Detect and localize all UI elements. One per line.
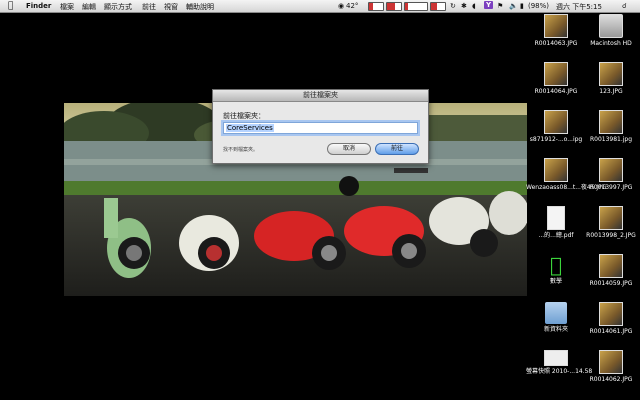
folder-icon: [545, 302, 567, 324]
cpu-meter-icon[interactable]: [368, 2, 384, 11]
apple-menu-icon[interactable]: : [8, 1, 13, 11]
photo-icon: [599, 350, 623, 374]
desktop-icon-col1-2[interactable]: s871912-...o...ipg: [526, 110, 586, 143]
desktop-icon-col1-6[interactable]: 新資料夾: [526, 302, 586, 333]
memory-meter-icon[interactable]: [386, 2, 402, 11]
photo-icon: [599, 62, 623, 86]
desktop-icon-col2-4[interactable]: R0013998_2.JPG: [581, 206, 640, 239]
desktop-icon-col2-2[interactable]: R0013981.jpg: [581, 110, 640, 143]
desktop-icon-label: R0013998_2.JPG: [586, 232, 636, 239]
desktop-icon-label: R0014062.JPG: [589, 376, 633, 383]
desktop-icon-col2-0[interactable]: Macintosh HD: [581, 14, 640, 47]
menu-bar:  Finder 檔案 編輯 顯示方式 前往 視窗 輔助說明 ◉ 42° ↻ ✱…: [0, 0, 640, 13]
disk-meter-icon[interactable]: [430, 2, 446, 11]
desktop-icon-col1-4[interactable]: ...的...總.pdf: [526, 206, 586, 239]
desktop-icon-label: 123.JPG: [599, 88, 623, 95]
desktop-icon-col1-7[interactable]: 螢幕快照 2010-...14.58: [526, 350, 593, 375]
photo-icon: [544, 110, 568, 134]
photo-icon: [599, 254, 623, 278]
desktop-icon-label: 螢幕快照 2010-...14.58: [526, 368, 593, 375]
menu-window[interactable]: 視窗: [164, 2, 178, 12]
desktop-icon-col1-1[interactable]: R0014064.JPG: [526, 62, 586, 95]
bluetooth-icon[interactable]: ✱: [461, 2, 467, 10]
desktop-icon-col1-3[interactable]: Wenzaoass08...t...夜45.JPG: [526, 158, 607, 191]
weather-icon[interactable]: ◉: [338, 2, 344, 10]
desktop-icon-col2-6[interactable]: R0014061.JPG: [581, 302, 640, 335]
menu-file[interactable]: 檔案: [60, 2, 74, 12]
desktop-icon-label: Macintosh HD: [590, 40, 632, 47]
battery-percent: (98%): [528, 2, 550, 10]
menu-go[interactable]: 前往: [142, 2, 156, 12]
desktop-icon-col1-5[interactable]:  數學: [526, 254, 586, 285]
wifi-icon[interactable]: ◖: [472, 2, 476, 10]
photo-icon: [544, 62, 568, 86]
folder-path-input[interactable]: CoreServices: [223, 122, 418, 134]
desktop-icon-label: ...的...總.pdf: [538, 232, 574, 239]
sync-icon[interactable]: ↻: [450, 2, 456, 10]
desktop-icon-label: 數學: [549, 278, 562, 285]
desktop-icon-label: s871912-...o...ipg: [529, 136, 583, 143]
battery-icon[interactable]: ▮: [520, 2, 524, 10]
spotlight-icon[interactable]: ☌: [622, 2, 627, 10]
volume-icon[interactable]: 🔈: [509, 2, 518, 10]
go-button[interactable]: 前往: [375, 143, 419, 155]
dialog-note: 找不到檔案夾。: [223, 147, 259, 153]
desktop-icon-label: R0014063.JPG: [534, 40, 578, 47]
desktop-icon-col1-0[interactable]: R0014063.JPG: [526, 14, 586, 47]
menu-help[interactable]: 輔助說明: [186, 2, 214, 12]
menu-view[interactable]: 顯示方式: [104, 2, 132, 12]
desktop-icon-col2-7[interactable]: R0014062.JPG: [581, 350, 640, 383]
photo-icon: [544, 158, 568, 182]
network-meter-icon[interactable]: [404, 2, 428, 11]
desktop-icon-label: R0014059.JPG: [589, 280, 633, 287]
cancel-button[interactable]: 取消: [327, 143, 371, 155]
desktop-icon-label: Wenzaoass08...t...夜45.JPG: [526, 184, 607, 191]
apple-icon: : [545, 254, 567, 276]
clock[interactable]: 週六 下午5:15: [556, 2, 602, 12]
screenshot-icon: [544, 350, 568, 366]
document-icon: [547, 206, 565, 230]
weather-temp: 42°: [346, 2, 359, 10]
desktop-icon-label: R0013981.jpg: [589, 136, 633, 143]
dialog-title: 前往檔案夾: [213, 90, 428, 102]
desktop-icon-label: R0014061.JPG: [589, 328, 633, 335]
desktop-icon-label: R0014064.JPG: [534, 88, 578, 95]
flag-icon[interactable]: ⚑: [497, 2, 503, 10]
dialog-prompt: 前往檔案夾：: [223, 112, 265, 120]
yahoo-icon[interactable]: Y: [484, 1, 494, 9]
go-to-folder-dialog: 前往檔案夾 前往檔案夾： CoreServices 找不到檔案夾。 取消 前往: [212, 89, 429, 164]
menu-finder[interactable]: Finder: [26, 2, 51, 10]
folder-path-value: CoreServices: [226, 124, 274, 132]
drive-icon: [599, 14, 623, 38]
desktop-icon-col2-1[interactable]: 123.JPG: [581, 62, 640, 95]
desktop-icon-label: 新資料夾: [543, 326, 568, 333]
desktop-icon-col2-3[interactable]: R0013997.JPG: [581, 158, 640, 191]
desktop-icon-label: R0013997.JPG: [589, 184, 633, 191]
photo-icon: [599, 302, 623, 326]
photo-icon: [599, 206, 623, 230]
photo-icon: [544, 14, 568, 38]
photo-icon: [599, 110, 623, 134]
desktop-icon-col2-5[interactable]: R0014059.JPG: [581, 254, 640, 287]
menu-edit[interactable]: 編輯: [82, 2, 96, 12]
photo-icon: [599, 158, 623, 182]
